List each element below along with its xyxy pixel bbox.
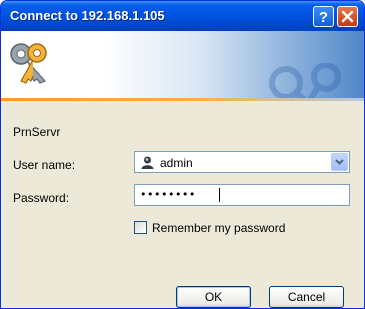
svg-text:?: ? bbox=[319, 9, 328, 26]
realm-label: PrnServr bbox=[13, 125, 61, 139]
title-bar[interactable]: Connect to 192.168.1.105 ? bbox=[1, 1, 364, 31]
ok-button[interactable]: OK bbox=[176, 286, 251, 308]
password-field[interactable]: •••••••• bbox=[134, 184, 350, 206]
remember-password-checkbox[interactable] bbox=[134, 221, 147, 234]
question-mark-icon: ? bbox=[319, 9, 328, 26]
chevron-down-icon bbox=[335, 159, 344, 165]
cancel-button[interactable]: Cancel bbox=[269, 286, 344, 308]
dropdown-button[interactable] bbox=[331, 153, 348, 171]
login-dialog: Connect to 192.168.1.105 ? PrnServr User… bbox=[0, 0, 365, 309]
password-label: Password: bbox=[13, 191, 70, 205]
banner bbox=[1, 31, 364, 98]
user-icon bbox=[141, 156, 154, 169]
user-name-combobox[interactable]: admin bbox=[134, 151, 350, 173]
remember-password-label[interactable]: Remember my password bbox=[152, 221, 285, 235]
password-value: •••••••• bbox=[140, 188, 196, 201]
banner-stripe bbox=[1, 98, 364, 101]
window-title: Connect to 192.168.1.105 bbox=[10, 8, 165, 23]
remember-password-option[interactable]: Remember my password bbox=[134, 220, 314, 236]
close-button[interactable] bbox=[337, 6, 358, 27]
user-name-label: User name: bbox=[13, 158, 76, 172]
help-button[interactable]: ? bbox=[313, 6, 334, 27]
keys-watermark-icon bbox=[269, 63, 341, 98]
close-x-icon bbox=[341, 10, 354, 23]
user-name-value: admin bbox=[160, 156, 193, 170]
text-caret bbox=[219, 188, 220, 202]
keys-icon bbox=[10, 43, 47, 84]
